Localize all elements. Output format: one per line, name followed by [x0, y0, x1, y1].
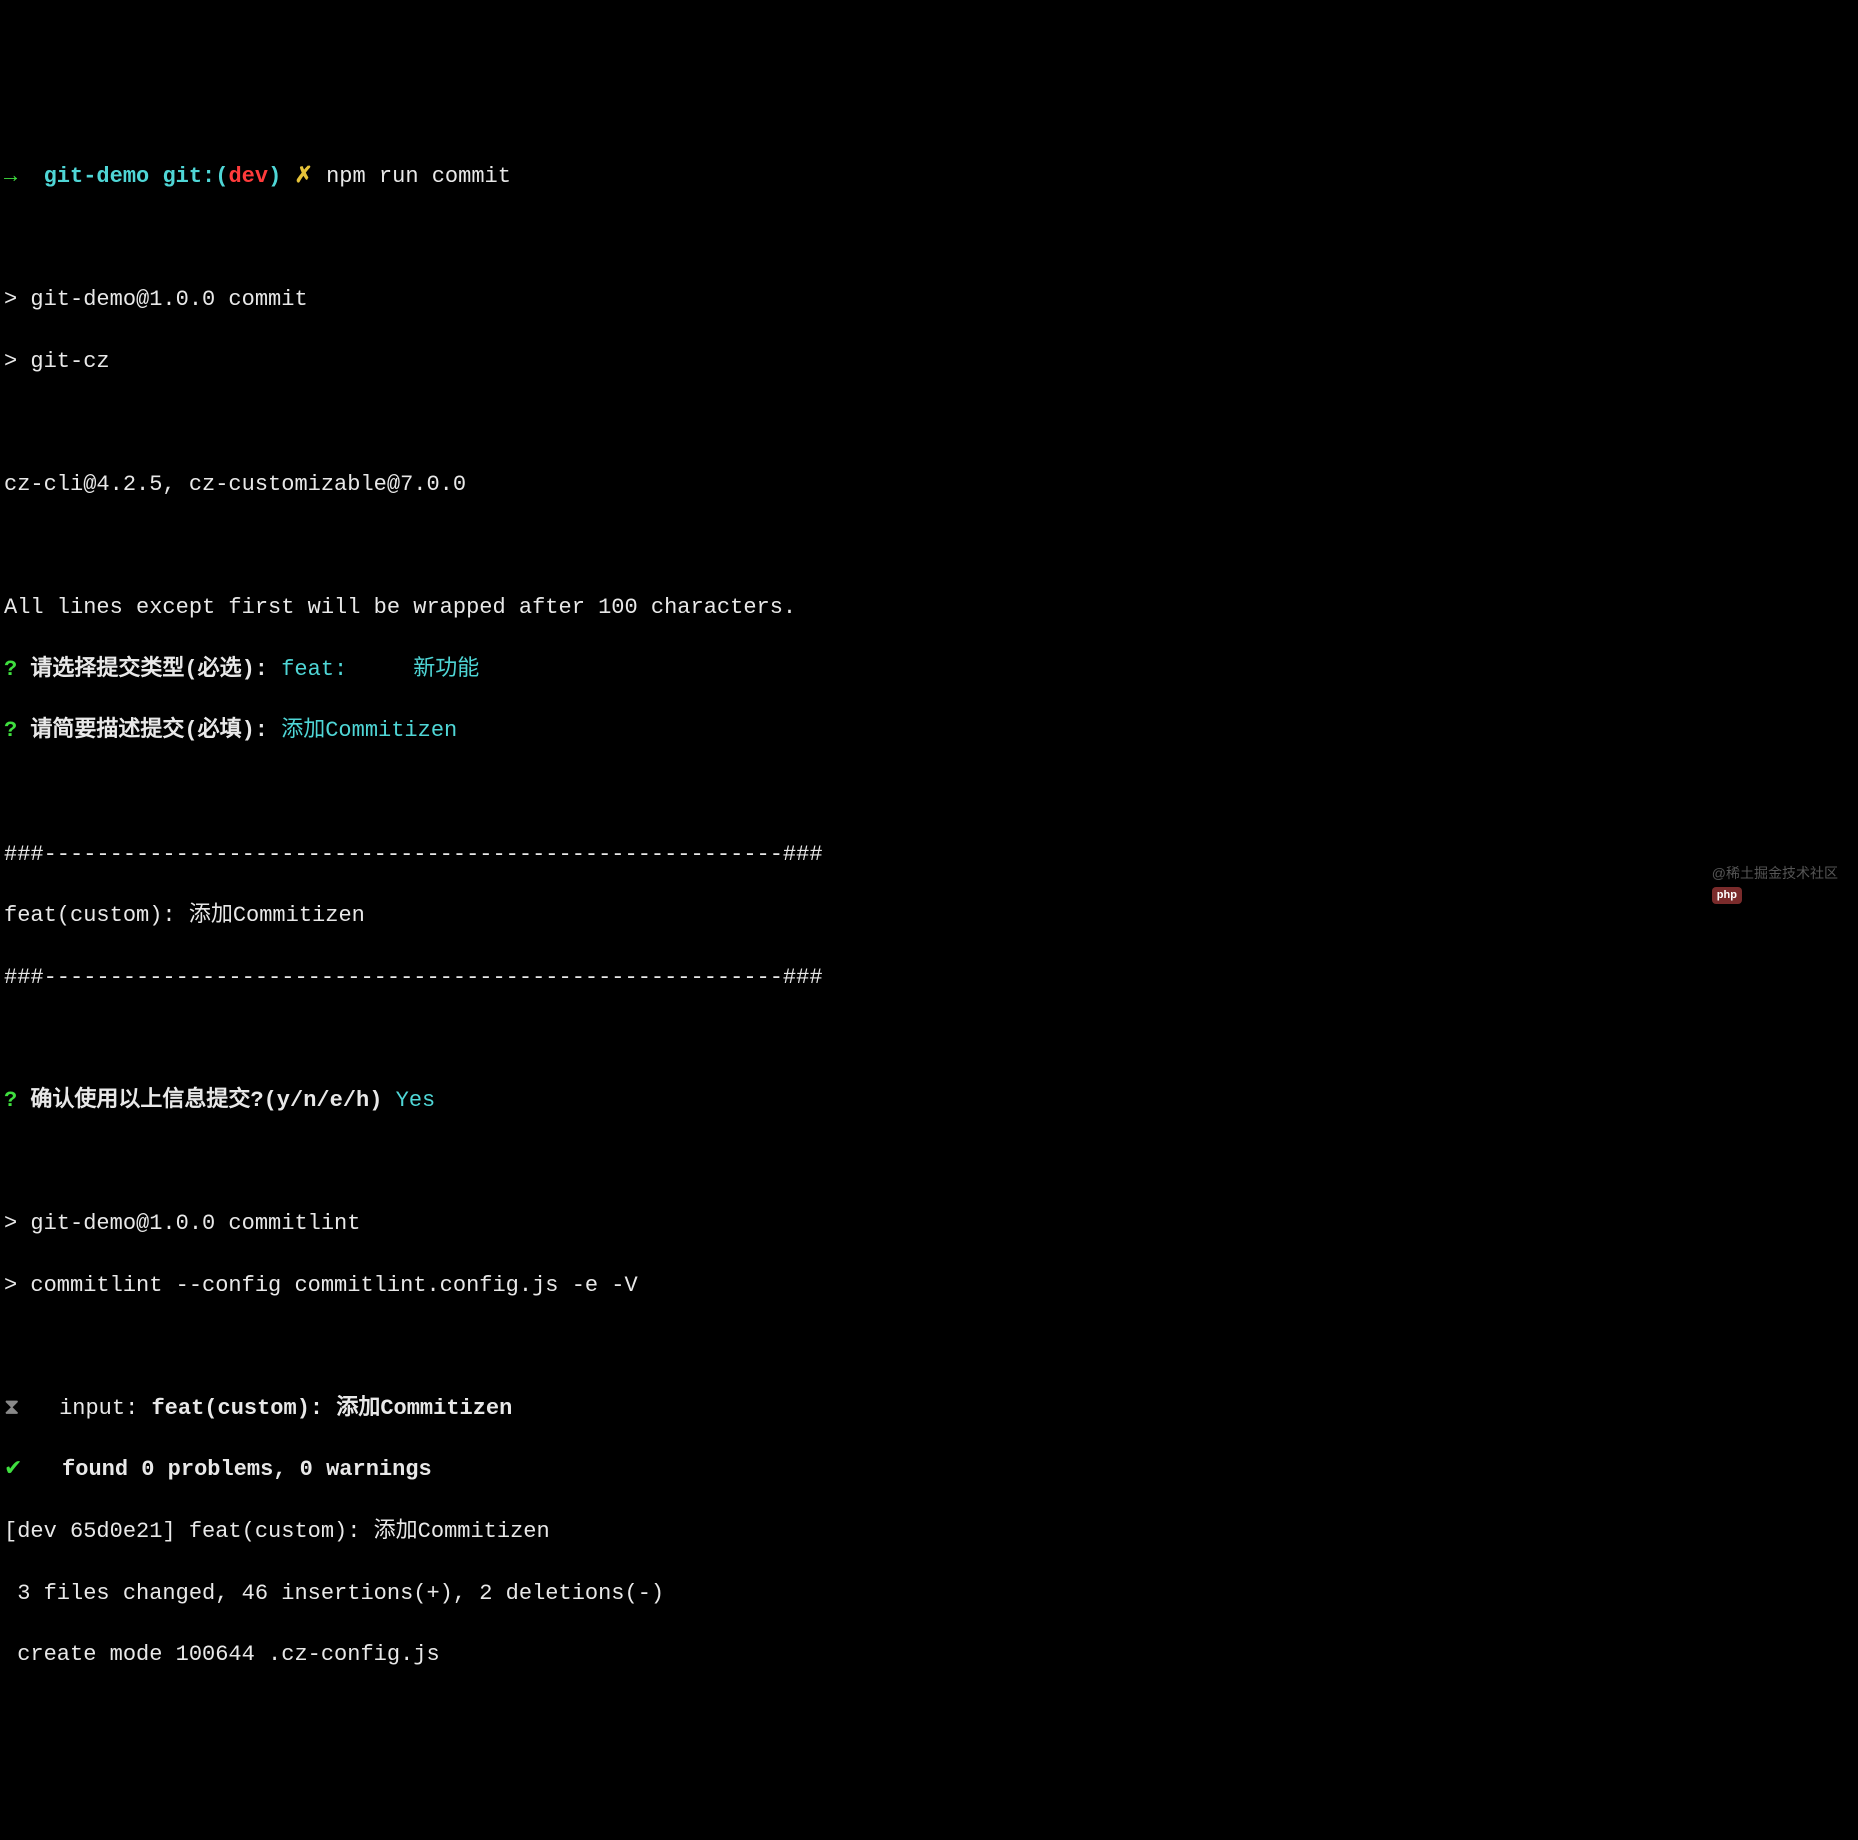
- question-type: ? 请选择提交类型(必选): feat: 新功能: [4, 655, 1854, 686]
- branch-name: dev: [228, 164, 268, 189]
- question-prompt: 请选择提交类型(必选):: [30, 657, 268, 682]
- commitlint-input: ⧗ input: feat(custom): 添加Commitizen: [4, 1394, 1854, 1425]
- blank-line: [4, 778, 1854, 809]
- hourglass-icon: ⧗: [4, 1396, 19, 1421]
- npm-script-line: > commitlint --config commitlint.config.…: [4, 1271, 1854, 1302]
- question-prompt: 请简要描述提交(必填):: [30, 718, 268, 743]
- answer-type-desc: 新功能: [413, 657, 479, 682]
- question-confirm: ? 确认使用以上信息提交?(y/n/e/h) Yes: [4, 1086, 1854, 1117]
- npm-script-line: > git-demo@1.0.0 commit: [4, 285, 1854, 316]
- divider: ###-------------------------------------…: [4, 840, 1854, 871]
- watermark-text: @稀土掘金技术社区: [1712, 865, 1838, 881]
- answer-type: feat:: [281, 657, 347, 682]
- npm-script-line: > git-demo@1.0.0 commitlint: [4, 1209, 1854, 1240]
- prompt-arrow: →: [4, 164, 17, 189]
- npm-script-line: > git-cz: [4, 347, 1854, 378]
- question-prompt: 确认使用以上信息提交?(y/n/e/h): [30, 1088, 382, 1113]
- question-subject: ? 请简要描述提交(必填): 添加Commitizen: [4, 716, 1854, 747]
- php-badge: php: [1712, 887, 1742, 904]
- git-label: git:(: [162, 164, 228, 189]
- found-text: found 0 problems, 0 warnings: [62, 1457, 432, 1482]
- input-value: feat(custom): 添加Commitizen: [151, 1396, 512, 1421]
- dirty-marker: ✗: [294, 164, 312, 189]
- commitlint-result: ✔ found 0 problems, 0 warnings: [4, 1455, 1854, 1486]
- git-close: ): [268, 164, 281, 189]
- prompt-dir: git-demo: [44, 164, 150, 189]
- commit-preview: feat(custom): 添加Commitizen: [4, 901, 1854, 932]
- czcli-version: cz-cli@4.2.5, cz-customizable@7.0.0: [4, 470, 1854, 501]
- blank-line: [4, 408, 1854, 439]
- terminal-output: → git-demo git:(dev) ✗ npm run commit > …: [4, 131, 1854, 1702]
- check-icon: ✔: [4, 1457, 22, 1482]
- blank-line: [4, 1147, 1854, 1178]
- blank-line: [4, 532, 1854, 563]
- watermark: @稀土掘金技术社区 php: [1704, 844, 1838, 904]
- git-create-mode: create mode 100644 .cz-config.js: [4, 1640, 1854, 1671]
- answer-confirm: Yes: [396, 1088, 436, 1113]
- blank-line: [4, 224, 1854, 255]
- wrap-message: All lines except first will be wrapped a…: [4, 593, 1854, 624]
- question-mark-icon: ?: [4, 718, 17, 743]
- command-text: npm run commit: [326, 164, 511, 189]
- question-mark-icon: ?: [4, 1088, 17, 1113]
- git-commit-result: [dev 65d0e21] feat(custom): 添加Commitizen: [4, 1517, 1854, 1548]
- git-files-changed: 3 files changed, 46 insertions(+), 2 del…: [4, 1579, 1854, 1610]
- question-mark-icon: ?: [4, 657, 17, 682]
- answer-subject: 添加Commitizen: [281, 718, 457, 743]
- input-label: input:: [59, 1396, 138, 1421]
- blank-line: [4, 1332, 1854, 1363]
- blank-line: [4, 1024, 1854, 1055]
- prompt-line[interactable]: → git-demo git:(dev) ✗ npm run commit: [4, 162, 1854, 193]
- divider: ###-------------------------------------…: [4, 963, 1854, 994]
